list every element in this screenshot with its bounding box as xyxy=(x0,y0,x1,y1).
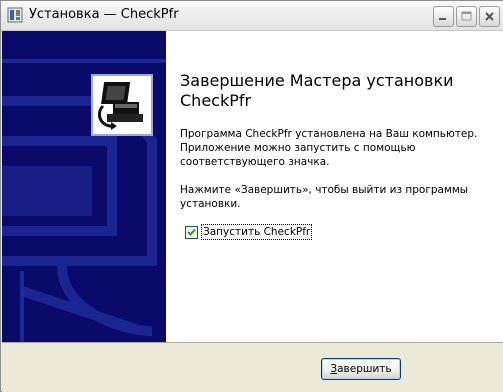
wizard-heading: Завершение Мастера установки CheckPfr xyxy=(180,71,490,111)
maximize-button[interactable] xyxy=(456,6,477,27)
installed-message-line-3: соответствующего значка. xyxy=(180,156,330,168)
installer-window: Установка — CheckPfr Завершение Мастера … xyxy=(0,0,503,392)
installed-message-line-2: Приложение можно запустить с помощью xyxy=(180,142,416,154)
finish-button[interactable]: Завершить xyxy=(321,358,401,380)
minimize-icon xyxy=(439,18,446,20)
finish-instruction-line-2: установки. xyxy=(180,198,241,210)
computer-install-logo-icon xyxy=(91,74,153,136)
wizard-side-banner xyxy=(2,31,166,342)
wizard-content: Завершение Мастера установки CheckPfr Пр… xyxy=(2,31,503,342)
close-button[interactable] xyxy=(479,6,500,27)
installer-app-icon xyxy=(7,7,23,23)
minimize-button[interactable] xyxy=(433,6,454,27)
window-title: Установка — CheckPfr xyxy=(29,7,179,22)
finish-button-label: авершить xyxy=(337,363,392,375)
wizard-button-bar: Завершить xyxy=(2,342,503,392)
close-icon xyxy=(485,12,494,21)
checkmark-icon xyxy=(187,228,196,236)
maximize-icon xyxy=(461,11,472,21)
title-bar[interactable]: Установка — CheckPfr xyxy=(1,1,503,31)
launch-checkbox-label[interactable]: Запустить CheckPfr xyxy=(200,224,313,240)
installed-message-line-1: Программа CheckPfr установлена на Ваш ко… xyxy=(180,128,478,140)
finish-instruction-line-1: Нажмите «Завершить», чтобы выйти из прог… xyxy=(180,184,469,196)
heading-line-1: Завершение Мастера установки xyxy=(180,71,454,90)
launch-checkbox[interactable] xyxy=(185,225,198,239)
launch-checkbox-row[interactable]: Запустить CheckPfr xyxy=(185,224,313,240)
heading-line-2: CheckPfr xyxy=(180,91,252,110)
finish-instruction: Нажмите «Завершить», чтобы выйти из прог… xyxy=(180,183,500,211)
installed-message: Программа CheckPfr установлена на Ваш ко… xyxy=(180,127,500,169)
